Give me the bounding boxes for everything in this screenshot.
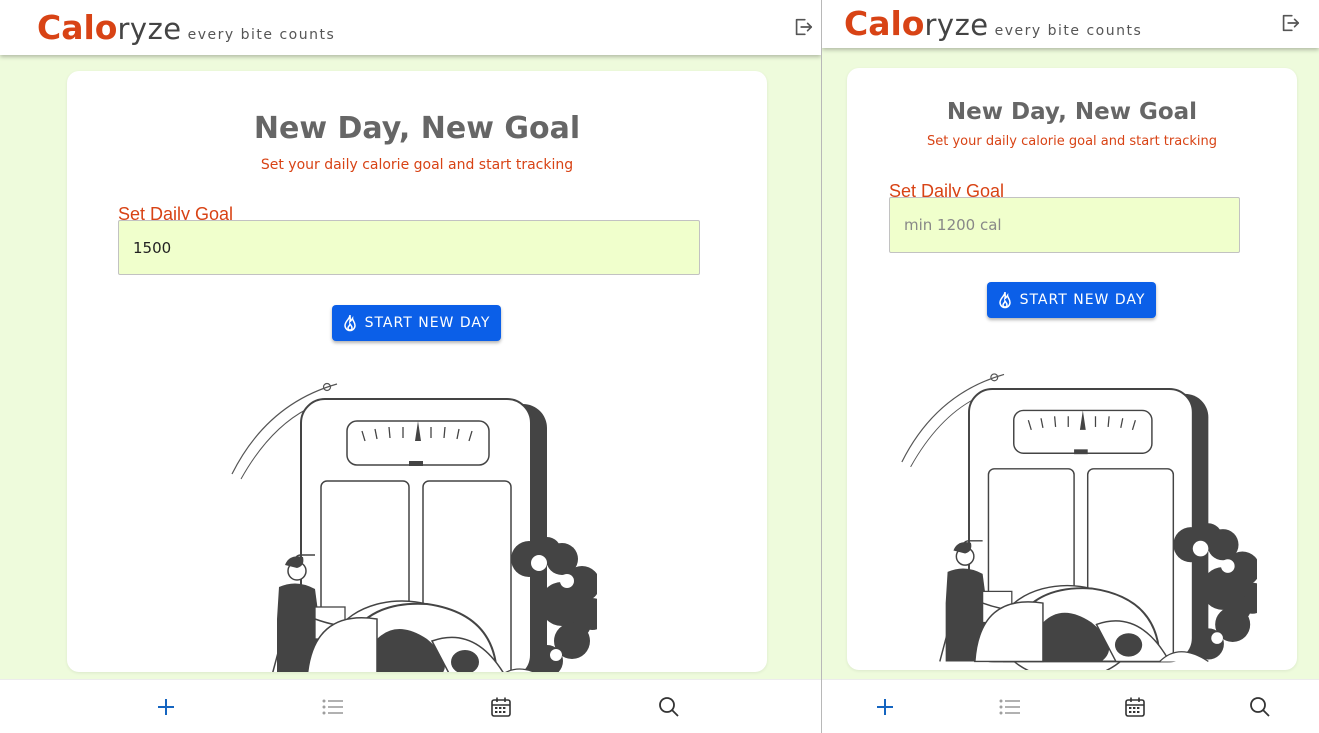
brand-calo: Calo — [37, 8, 118, 47]
scale-and-food-illustration — [231, 382, 597, 672]
scale-and-food-illustration — [901, 373, 1257, 670]
flame-icon — [343, 314, 356, 332]
flame-icon — [998, 291, 1011, 309]
daily-goal-input[interactable] — [118, 220, 700, 275]
page-subtitle: Set your daily calorie goal and start tr… — [927, 134, 1217, 149]
app-header: Caloryze every bite counts — [822, 0, 1319, 48]
brand-ryze: ryze — [924, 8, 989, 42]
bottom-navigation — [0, 679, 821, 733]
list-icon[interactable] — [320, 694, 346, 720]
page-subtitle: Set your daily calorie goal and start tr… — [260, 157, 574, 173]
app-header: Caloryze every bite counts — [0, 0, 821, 55]
start-new-day-button[interactable]: START NEW DAY — [332, 305, 501, 341]
brand-tagline: every bite counts — [994, 23, 1143, 39]
logout-icon[interactable] — [1279, 12, 1301, 34]
right-app-window: Caloryze every bite counts New Day, New G… — [822, 0, 1319, 733]
list-icon[interactable] — [997, 694, 1023, 720]
add-icon[interactable] — [872, 694, 898, 720]
left-app-window: Caloryze every bite counts New Day, New G… — [0, 0, 821, 733]
logout-icon[interactable] — [792, 16, 814, 38]
search-icon[interactable] — [1247, 694, 1273, 720]
start-new-day-label: START NEW DAY — [1019, 292, 1146, 308]
daily-goal-input[interactable] — [889, 197, 1240, 253]
start-new-day-label: START NEW DAY — [364, 315, 491, 331]
calendar-icon[interactable] — [1122, 694, 1148, 720]
page-title: New Day, New Goal — [253, 111, 581, 146]
page-title: New Day, New Goal — [946, 99, 1198, 125]
calendar-icon[interactable] — [488, 694, 514, 720]
bottom-navigation — [822, 679, 1319, 733]
brand-ryze: ryze — [117, 12, 182, 46]
goal-card: New Day, New Goal Set your daily calorie… — [847, 68, 1297, 670]
brand-logo[interactable]: Caloryze every bite counts — [844, 4, 1142, 43]
brand-tagline: every bite counts — [187, 27, 336, 43]
brand-logo[interactable]: Caloryze every bite counts — [37, 8, 335, 47]
add-icon[interactable] — [153, 694, 179, 720]
start-new-day-button[interactable]: START NEW DAY — [987, 282, 1156, 318]
search-icon[interactable] — [656, 694, 682, 720]
goal-card: New Day, New Goal Set your daily calorie… — [67, 71, 767, 672]
brand-calo: Calo — [844, 4, 925, 43]
